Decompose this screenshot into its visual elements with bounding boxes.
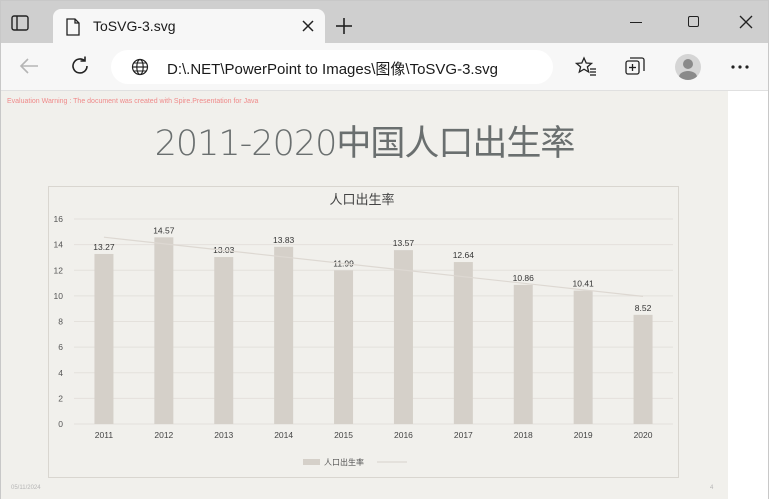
data-label: 13.57 [393,238,415,248]
bar [453,262,473,424]
tab-title: ToSVG-3.svg [93,18,176,34]
favorites-icon[interactable] [575,56,597,78]
refresh-icon[interactable] [69,55,91,77]
x-tick-label: 2014 [274,430,293,440]
browser-window: ToSVG-3.svg D:\.NET\PowerPoint to Images… [0,0,769,499]
y-tick-label: 14 [54,240,64,250]
chart-frame: 人口出生率024681012141613.27201114.57201213.0… [48,186,679,478]
evaluation-warning: Evaluation Warning : The document was cr… [7,98,259,105]
x-tick-label: 2018 [514,430,533,440]
x-tick-label: 2012 [154,430,173,440]
bar [573,290,593,424]
data-label: 14.57 [153,225,175,235]
tab-active[interactable]: ToSVG-3.svg [53,9,325,45]
file-icon [66,18,80,36]
window-close-icon[interactable] [739,15,753,29]
y-tick-label: 4 [58,368,63,378]
x-tick-label: 2020 [634,430,653,440]
x-tick-label: 2013 [214,430,233,440]
legend-label: 人口出生率 [324,457,364,467]
close-icon[interactable] [301,19,315,33]
maximize-icon[interactable] [688,16,699,27]
new-tab-icon[interactable] [335,17,353,35]
slide: Evaluation Warning : The document was cr… [1,91,728,499]
address-text: D:\.NET\PowerPoint to Images\图像\ToSVG-3.… [167,61,498,78]
bar [274,246,294,424]
slide-date: 05/11/2024 [11,485,41,491]
bar [94,253,114,424]
page-viewport: Evaluation Warning : The document was cr… [1,91,768,499]
x-tick-label: 2011 [95,430,114,440]
y-tick-label: 16 [54,214,64,224]
x-tick-label: 2016 [394,430,413,440]
bar [393,250,413,424]
bar [154,237,174,424]
slide-number: 4 [710,485,714,491]
tab-actions-icon[interactable] [11,14,29,32]
chart-title: 人口出生率 [329,192,394,208]
toolbar: D:\.NET\PowerPoint to Images\图像\ToSVG-3.… [1,43,768,91]
x-tick-label: 2019 [574,430,593,440]
bar [633,314,653,424]
globe-icon [131,58,149,76]
trendline [103,236,644,298]
data-label: 10.41 [573,279,595,289]
bar-chart: 人口出生率024681012141613.27201114.57201213.0… [54,192,673,467]
data-label: 13.83 [273,235,295,245]
bar [334,270,354,424]
slide-title: 2011-2020中国人口出生率 [154,124,576,164]
more-options-icon[interactable] [729,57,751,77]
y-tick-label: 10 [54,291,64,301]
data-label: 12.64 [453,250,475,260]
bar [513,284,533,424]
y-tick-label: 0 [58,419,63,429]
minimize-icon[interactable] [630,22,642,23]
tab-bar: ToSVG-3.svg [1,1,768,45]
legend-swatch [303,459,320,465]
y-tick-label: 8 [58,317,63,327]
data-label: 8.52 [635,303,652,313]
x-tick-label: 2015 [334,430,353,440]
collections-icon[interactable] [624,56,646,78]
bar [214,257,234,424]
x-tick-label: 2017 [454,430,473,440]
back-arrow-icon[interactable] [18,55,40,77]
data-label: 10.86 [513,273,535,283]
y-tick-label: 2 [58,393,63,403]
address-bar[interactable]: D:\.NET\PowerPoint to Images\图像\ToSVG-3.… [111,50,553,84]
y-tick-label: 6 [58,342,63,352]
data-label: 13.27 [93,242,115,252]
y-tick-label: 12 [54,265,64,275]
profile-avatar-icon[interactable] [675,54,701,80]
